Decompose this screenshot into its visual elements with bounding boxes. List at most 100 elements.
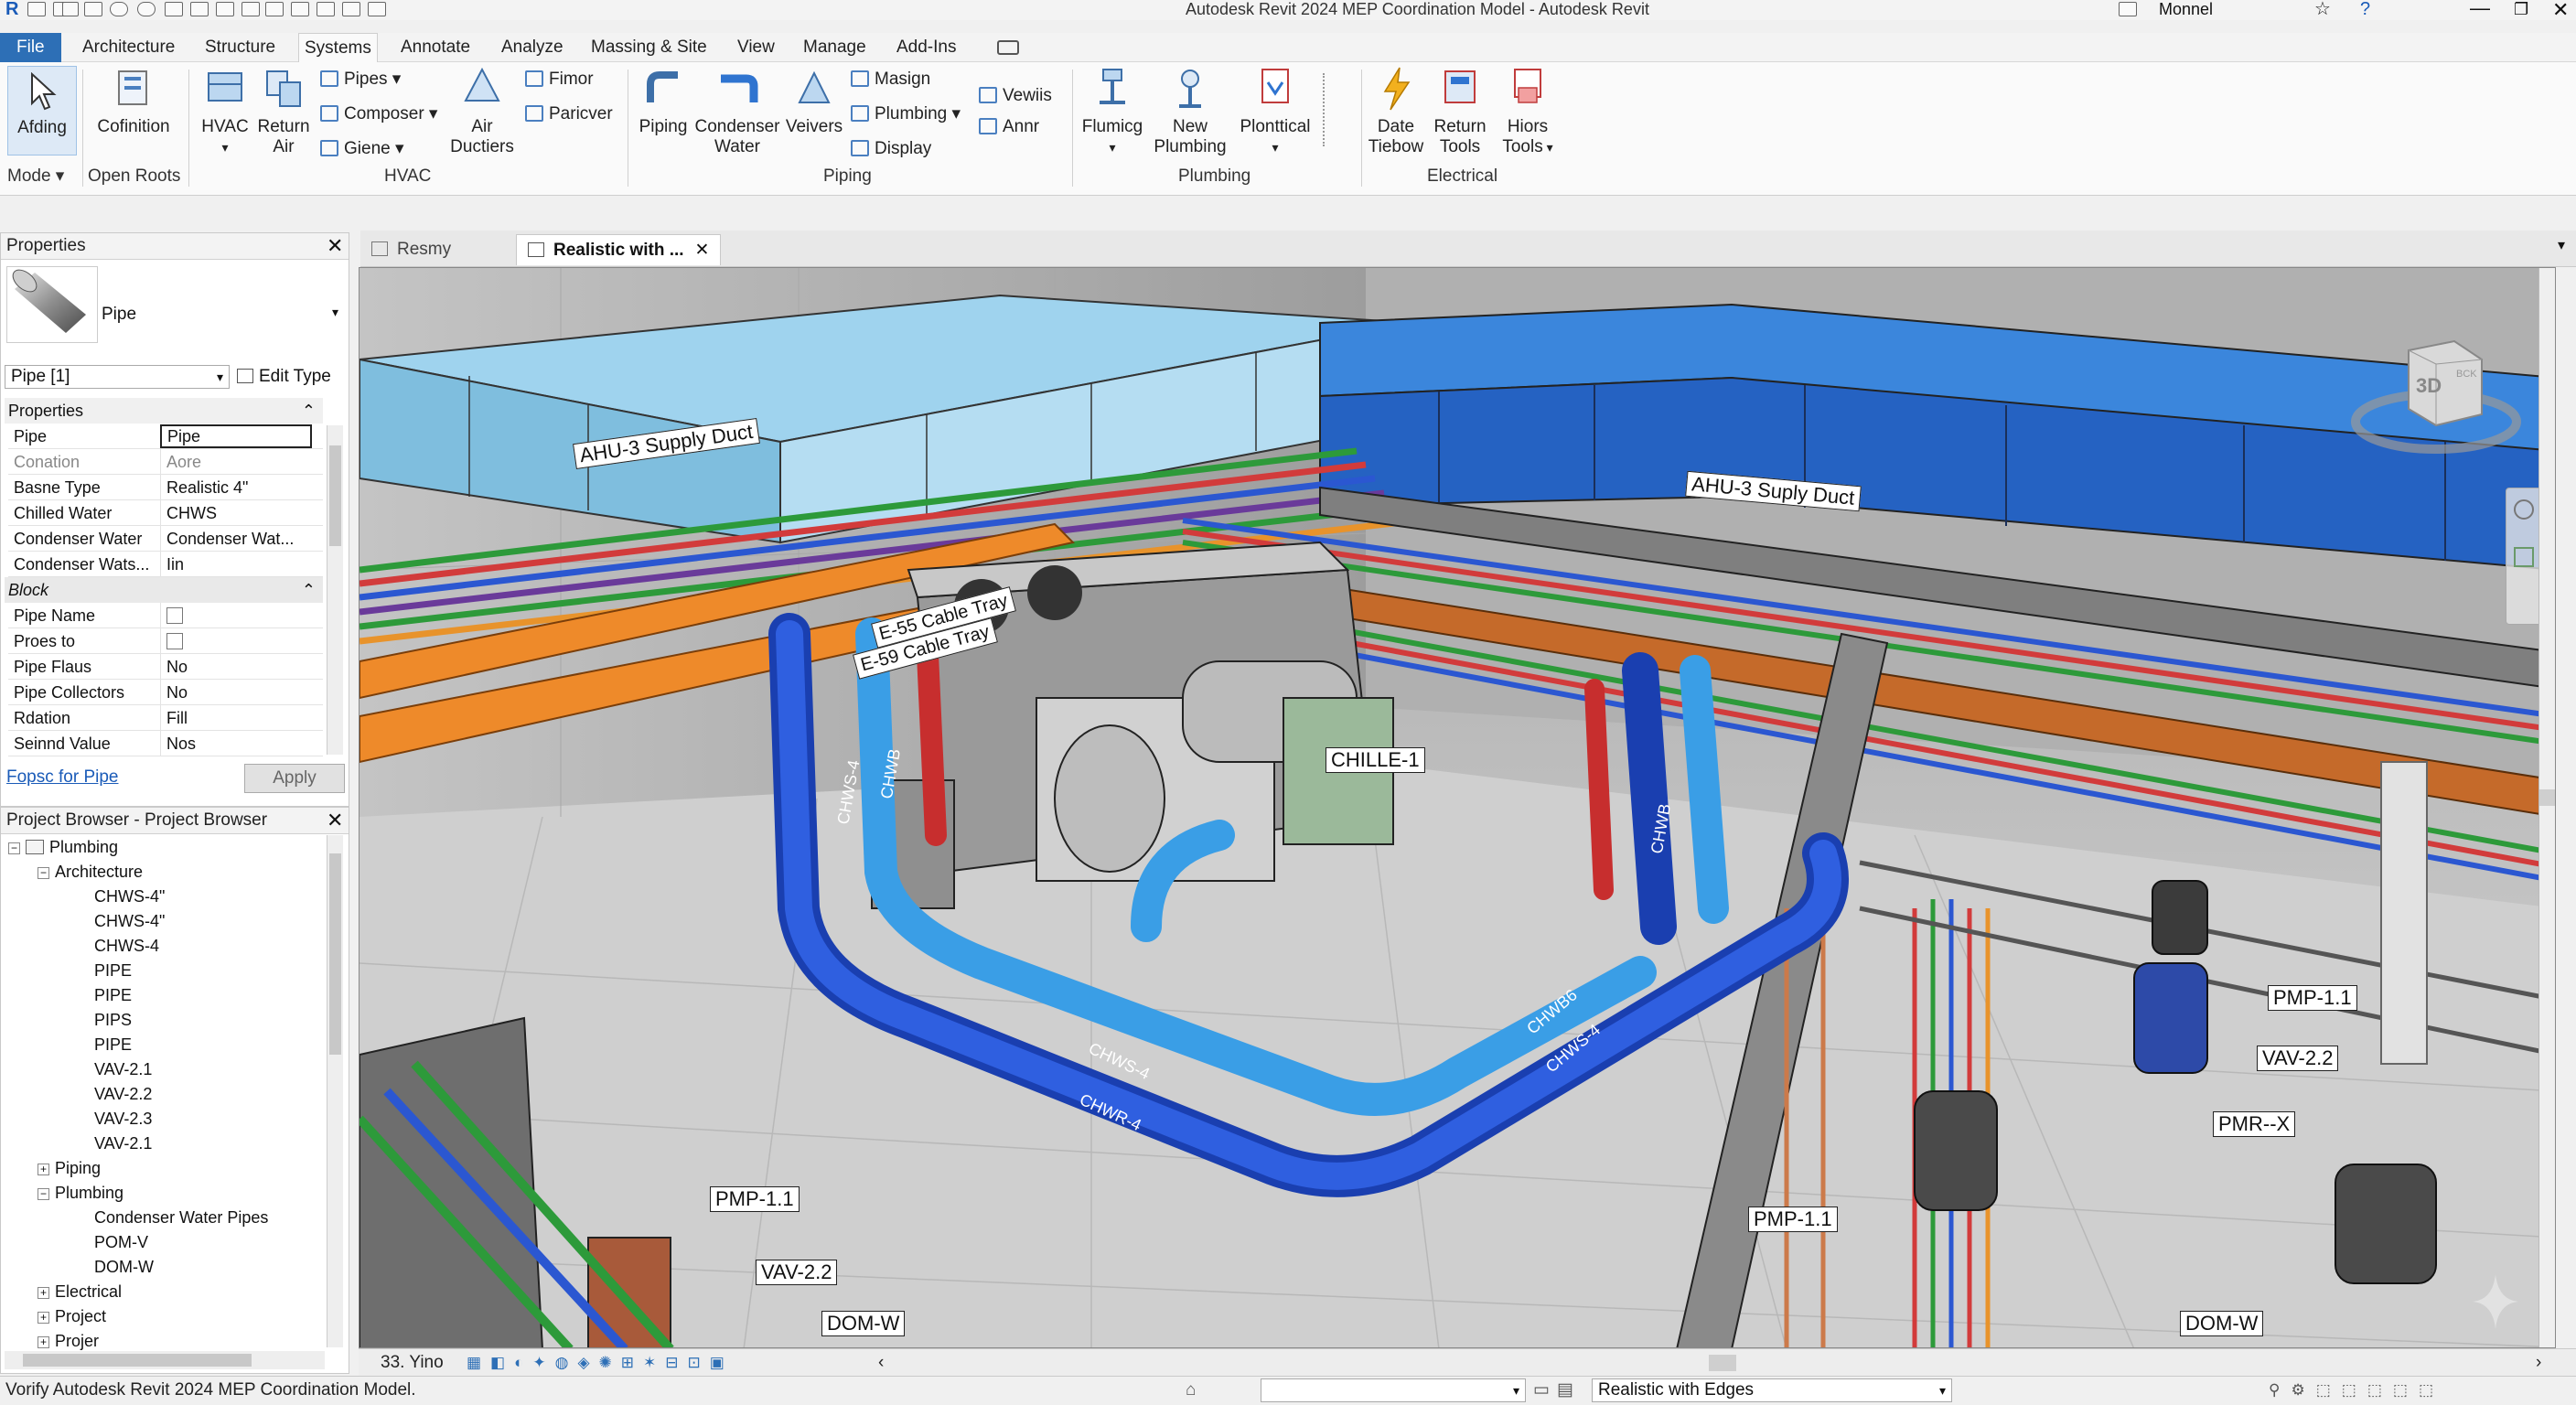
tree-item[interactable]: Condenser Water Pipes (94, 1206, 268, 1230)
tree-item[interactable]: PIPE (94, 1033, 132, 1057)
tree-item[interactable]: VAV-2.3 (94, 1107, 152, 1132)
paricver-button[interactable]: Paricver (525, 104, 613, 124)
prop-row[interactable]: Chilled Water CHWS (8, 500, 323, 526)
fimor-button[interactable]: Fimor (525, 70, 594, 90)
prop-row[interactable]: Conation Aore (8, 449, 323, 475)
text-icon[interactable] (242, 2, 260, 16)
panel-mode-label[interactable]: Mode ▾ (7, 166, 64, 187)
properties-help-link[interactable]: Fopsc for Pipe (6, 767, 119, 788)
tab-massing-site[interactable]: Massing & Site (585, 33, 713, 62)
switch-windows-icon[interactable] (342, 2, 360, 16)
browser-close-icon[interactable]: ✕ (327, 808, 343, 833)
view-tab-realistic[interactable]: Realistic with ... ✕ (516, 234, 722, 265)
tag-equipment[interactable]: DOM-W (821, 1311, 906, 1336)
tag-equipment[interactable]: PMP-1.1 (1748, 1207, 1838, 1232)
viewport-h-scroll-thumb[interactable] (1709, 1355, 1736, 1371)
revit-logo-icon[interactable]: R (5, 0, 18, 18)
return-tools-button[interactable]: Return Tools (1427, 66, 1493, 157)
annr-button[interactable]: Annr (979, 117, 1039, 137)
tree-item[interactable]: VAV-2.2 (94, 1082, 152, 1107)
save-icon[interactable] (62, 2, 79, 16)
properties-scrollbar[interactable] (327, 425, 343, 755)
tab-structure[interactable]: Structure (199, 33, 281, 62)
view-tab-resmy[interactable]: Resmy (360, 234, 462, 265)
print-icon[interactable] (84, 2, 102, 16)
instance-selector[interactable]: Pipe [1] ▾ (5, 365, 230, 389)
hiors-tools-button[interactable]: Hiors Tools ▾ (1495, 66, 1561, 157)
cofinition-button[interactable]: Cofinition (88, 66, 179, 137)
browser-scrollbar[interactable] (327, 835, 343, 1347)
tab-view[interactable]: View (732, 33, 780, 62)
hvac-button[interactable]: HVAC ▾ (194, 66, 256, 157)
composer-button[interactable]: Composer ▾ (320, 104, 437, 124)
tree-item[interactable]: PIPE (94, 983, 132, 1008)
properties-close-icon[interactable]: ✕ (327, 233, 343, 259)
piping-button[interactable]: Piping (633, 66, 693, 137)
prop-row[interactable]: Seinnd Value Nos (8, 731, 323, 756)
3d-view-icon[interactable] (265, 2, 284, 16)
3d-viewport[interactable]: AHU-3 Supply Duct AHU-3 Suply Duct E-55 … (359, 267, 2556, 1348)
hscroll-left-icon[interactable]: ‹ (878, 1349, 884, 1377)
air-ductiers-button[interactable]: Air Ductiers (445, 66, 520, 157)
plonttical-button[interactable]: Plonttical ▾ (1231, 66, 1319, 157)
tree-item[interactable]: VAV-2.1 (94, 1057, 152, 1082)
tree-item[interactable]: CHWS-4" (94, 909, 165, 934)
masign-button[interactable]: Masign (851, 70, 930, 90)
tag-equipment[interactable]: PMR--X (2213, 1111, 2296, 1137)
tree-item[interactable]: PIPE (94, 959, 132, 983)
prop-row[interactable]: Condenser Wats... Iin (8, 552, 323, 577)
plumbing-small-tools-icon[interactable] (1323, 73, 1343, 146)
selection-filter-icons[interactable]: ⚲⚙⬚⬚⬚⬚⬚ (2269, 1377, 2444, 1404)
user-name[interactable]: Monnel (2159, 0, 2213, 18)
tree-item[interactable]: − Architecture (38, 860, 143, 885)
tab-architecture[interactable]: Architecture (77, 33, 180, 62)
tab-annotate[interactable]: Annotate (395, 33, 476, 62)
return-air-button[interactable]: Return Air (254, 66, 313, 157)
annotate-icon[interactable] (216, 2, 234, 16)
tag-chiller[interactable]: CHILLE-1 (1326, 747, 1425, 773)
prop-row[interactable]: Rdation Fill (8, 705, 323, 731)
pipe-name-checkbox[interactable] (166, 607, 183, 624)
tree-item[interactable]: CHWS-4 (94, 934, 159, 959)
prop-row[interactable]: Pipe Collectors No (8, 680, 323, 705)
prop-row[interactable]: Pipe Flaus No (8, 654, 323, 680)
new-plumbing-button[interactable]: New Plumbing (1147, 66, 1233, 157)
modify-button[interactable]: Afding (7, 66, 77, 156)
tab-file[interactable]: File (0, 33, 61, 62)
veivers-button[interactable]: Veivers (783, 66, 845, 137)
browser-h-scrollbar[interactable] (5, 1351, 325, 1369)
prop-row[interactable]: Basne Type Realistic 4" (8, 475, 323, 500)
tab-manage[interactable]: Manage (798, 33, 872, 62)
section-properties[interactable]: Properties ⌃ (5, 398, 323, 424)
view-control-icons[interactable]: ▦◧◐✦◍◈✺⊞✶⊟⊡▣ (467, 1349, 734, 1377)
prop-row[interactable]: Condenser Water Condenser Wat... (8, 526, 323, 552)
tag-equipment[interactable]: VAV-2.2 (756, 1260, 838, 1285)
close-hidden-icon[interactable] (317, 2, 335, 16)
type-dropdown-icon[interactable]: ▾ (332, 305, 338, 320)
customize-qat-icon[interactable] (368, 2, 386, 16)
tree-item[interactable]: − Plumbing (8, 835, 118, 860)
tree-item[interactable]: + Project (38, 1304, 106, 1329)
proes-to-checkbox[interactable] (166, 633, 183, 649)
worksharing-icon[interactable]: ⌂ (1186, 1377, 1196, 1404)
tree-item[interactable]: VAV-2.1 (94, 1132, 152, 1156)
prop-row[interactable]: Pipe Name (8, 603, 323, 631)
section-icon[interactable] (291, 2, 309, 16)
workset-dropdown[interactable]: ▾ (1261, 1378, 1526, 1402)
redo-icon[interactable] (137, 2, 156, 16)
close-icon[interactable]: ✕ (2552, 0, 2569, 22)
viewport-v-scrollbar[interactable] (2538, 268, 2555, 1347)
tree-item[interactable]: − Plumbing (38, 1181, 123, 1206)
ribbon-toggle-icon[interactable] (997, 40, 1019, 55)
tree-item[interactable]: POM-V (94, 1230, 148, 1255)
tree-item[interactable]: PIPS (94, 1008, 132, 1033)
view-scale[interactable]: 33. Yino (381, 1349, 444, 1377)
minimize-icon[interactable]: — (2470, 0, 2490, 20)
undo-icon[interactable] (110, 2, 128, 16)
tree-item[interactable]: + Piping (38, 1156, 101, 1181)
tag-equipment[interactable]: PMP-1.1 (2268, 985, 2357, 1011)
measure-icon[interactable] (190, 2, 209, 16)
tag-equipment[interactable]: VAV-2.2 (2257, 1046, 2339, 1071)
view-tabs-dropdown-icon[interactable]: ▾ (2558, 236, 2565, 254)
open-icon[interactable] (27, 2, 46, 16)
